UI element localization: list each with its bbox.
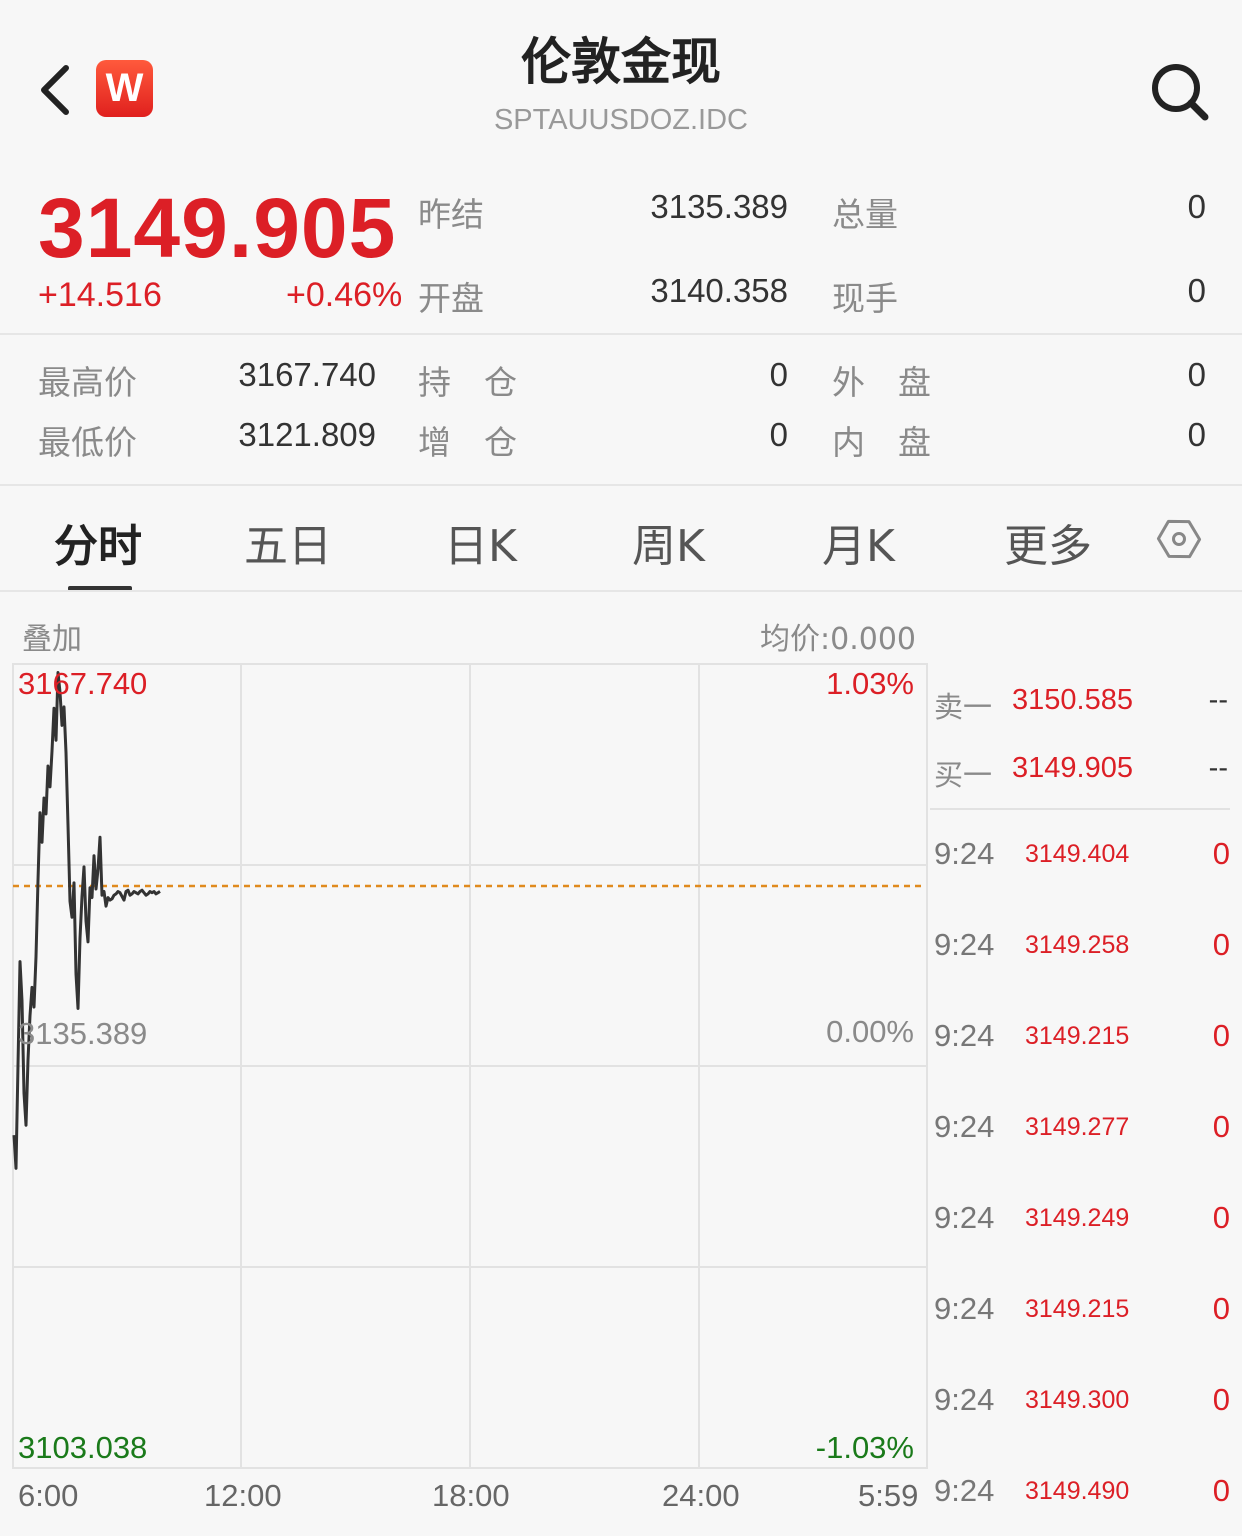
tick-price: 3149.258 [1025,931,1130,959]
divider [930,808,1230,810]
overlay-button[interactable]: 叠加 [22,614,82,658]
tick-row: 9:24 3149.249 0 [932,1200,1232,1250]
tick-price: 3149.249 [1025,1204,1130,1232]
tab-weekly-k[interactable]: 周K [632,510,705,574]
tab-daily-k[interactable]: 日K [444,510,517,574]
page-title: 伦敦金现 [521,33,721,91]
tick-price: 3149.404 [1025,840,1130,868]
divider [0,484,1242,486]
tick-volume: 0 [1212,1473,1230,1508]
tick-row: 9:24 3149.404 0 [932,836,1232,886]
axis-top-pct: 1.03% [826,666,914,701]
outer-volume-value: 0 [1187,356,1206,393]
total-volume-value: 0 [1187,188,1206,225]
divider [0,590,1242,592]
sell1-label: 卖一 [934,690,993,724]
tick-row: 9:24 3149.277 0 [932,1109,1232,1159]
time-label: 5:59 [858,1478,919,1513]
axis-top-price: 3167.740 [18,666,148,701]
inner-volume-label: 内 盘 [832,423,931,462]
axis-mid-pct: 0.00% [826,1014,914,1049]
inner-volume-value: 0 [1187,416,1206,453]
tab-monthly-k[interactable]: 月K [822,510,895,574]
high-label: 最高价 [38,363,137,402]
high-value: 3167.740 [238,356,376,393]
symbol-code: SPTAUUSDOZ.IDC [493,104,749,136]
prev-settle-label: 昨结 [418,195,484,234]
axis-bottom-pct: -1.03% [815,1430,914,1465]
axis-mid-price: 3135.389 [18,1016,148,1051]
time-label: 12:00 [204,1478,282,1513]
tick-time: 9:24 [934,1382,995,1417]
buy1-label: 买一 [934,758,993,792]
outer-volume-label: 外 盘 [832,363,931,402]
time-label: 6:00 [18,1478,79,1513]
current-volume-label: 现手 [832,279,898,318]
buy1-price: 3149.905 [1012,752,1133,784]
time-label: 18:00 [432,1478,510,1513]
tick-volume: 0 [1212,927,1230,962]
settings-icon[interactable] [1156,516,1202,562]
sell1-price: 3150.585 [1012,684,1133,716]
price-change-pct: +0.46% [286,276,403,314]
tick-time: 9:24 [934,1018,995,1053]
tick-price: 3149.300 [1025,1386,1130,1414]
low-value: 3121.809 [238,416,376,453]
tick-price: 3149.490 [1025,1477,1130,1505]
low-label: 最低价 [38,423,137,462]
tick-row: 9:24 3149.215 0 [932,1018,1232,1068]
divider [0,333,1242,335]
tick-volume: 0 [1212,1109,1230,1144]
prev-settle-value: 3135.389 [650,188,788,225]
tick-time: 9:24 [934,836,995,871]
buy1-quantity: -- [1208,752,1228,784]
tab-more[interactable]: 更多 [1004,510,1092,574]
open-value: 3140.358 [650,272,788,309]
open-interest-value: 0 [769,356,788,393]
search-icon[interactable] [1150,62,1210,122]
tick-volume: 0 [1212,836,1230,871]
tick-row: 9:24 3149.215 0 [932,1291,1232,1341]
tick-volume: 0 [1212,1200,1230,1235]
axis-bottom-price: 3103.038 [18,1430,148,1465]
tab-intraday[interactable]: 分时 [54,510,142,574]
price-change: +14.516 [38,276,162,314]
current-volume-value: 0 [1187,272,1206,309]
open-label: 开盘 [418,279,484,318]
average-price: 均价:0.000 [760,622,916,657]
last-price: 3149.905 [38,181,397,275]
tick-row: 9:24 3149.490 0 [932,1473,1232,1523]
chart-grid [12,663,928,1469]
tick-time: 9:24 [934,1291,995,1326]
tick-time: 9:24 [934,1109,995,1144]
tick-time: 9:24 [934,1200,995,1235]
price-series-line [12,671,161,1170]
time-label: 24:00 [662,1478,740,1513]
tick-volume: 0 [1212,1291,1230,1326]
oi-change-label: 增 仓 [418,423,517,462]
sell1-quantity: -- [1208,684,1228,716]
tick-row: 9:24 3149.300 0 [932,1382,1232,1432]
tick-price: 3149.215 [1025,1022,1130,1050]
tab-five-day[interactable]: 五日 [244,510,332,574]
intraday-chart[interactable] [0,660,930,1472]
tick-volume: 0 [1212,1018,1230,1053]
tick-row: 9:24 3149.258 0 [932,927,1232,977]
tick-price: 3149.277 [1025,1113,1130,1141]
tick-volume: 0 [1212,1382,1230,1417]
open-interest-label: 持 仓 [418,363,517,402]
tick-time: 9:24 [934,927,995,962]
total-volume-label: 总量 [832,195,898,234]
oi-change-value: 0 [769,416,788,453]
tick-price: 3149.215 [1025,1295,1130,1323]
tick-time: 9:24 [934,1473,995,1508]
